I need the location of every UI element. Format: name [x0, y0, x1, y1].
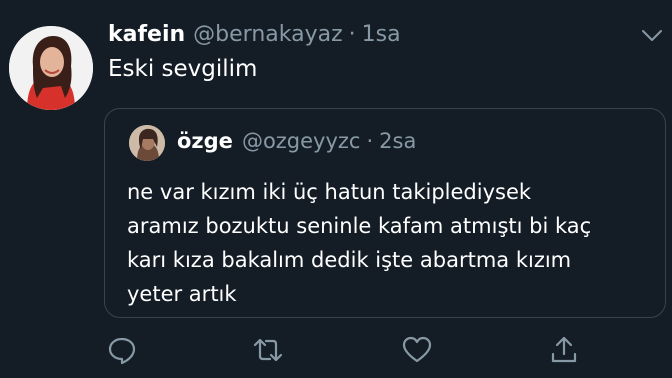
- timestamp[interactable]: 1sa: [362, 22, 401, 47]
- quoted-avatar[interactable]: [129, 125, 165, 161]
- quoted-tweet-text: ne var kızım iki üç hatun takiplediysek …: [127, 180, 592, 306]
- quoted-display-name[interactable]: özge: [177, 129, 233, 153]
- quoted-timestamp[interactable]: 2sa: [379, 129, 416, 153]
- tweet-text: Eski sevgilim: [108, 56, 258, 82]
- tweet-header: kafein @bernakayaz · 1sa: [108, 22, 401, 47]
- action-bar: [0, 330, 672, 370]
- heart-icon[interactable]: [401, 334, 433, 366]
- display-name[interactable]: kafein: [108, 22, 185, 47]
- quoted-user-handle[interactable]: @ozgeyyzc: [242, 129, 361, 153]
- retweet-icon[interactable]: [252, 334, 284, 366]
- user-handle[interactable]: @bernakayaz: [193, 22, 342, 47]
- separator-dot: ·: [348, 22, 356, 47]
- quoted-tweet[interactable]: özge @ozgeyyzc · 2sa ne var kızım iki üç…: [104, 108, 666, 318]
- chevron-down-icon[interactable]: [640, 26, 664, 46]
- share-icon[interactable]: [548, 334, 580, 366]
- quoted-header: özge @ozgeyyzc · 2sa: [177, 129, 416, 153]
- avatar-image: [9, 26, 93, 110]
- quoted-avatar-image: [129, 125, 165, 161]
- reply-icon[interactable]: [106, 334, 138, 366]
- tweet-card[interactable]: kafein @bernakayaz · 1sa Eski sevgilim ö…: [0, 0, 672, 378]
- quoted-separator-dot: ·: [366, 129, 374, 153]
- avatar[interactable]: [9, 26, 93, 110]
